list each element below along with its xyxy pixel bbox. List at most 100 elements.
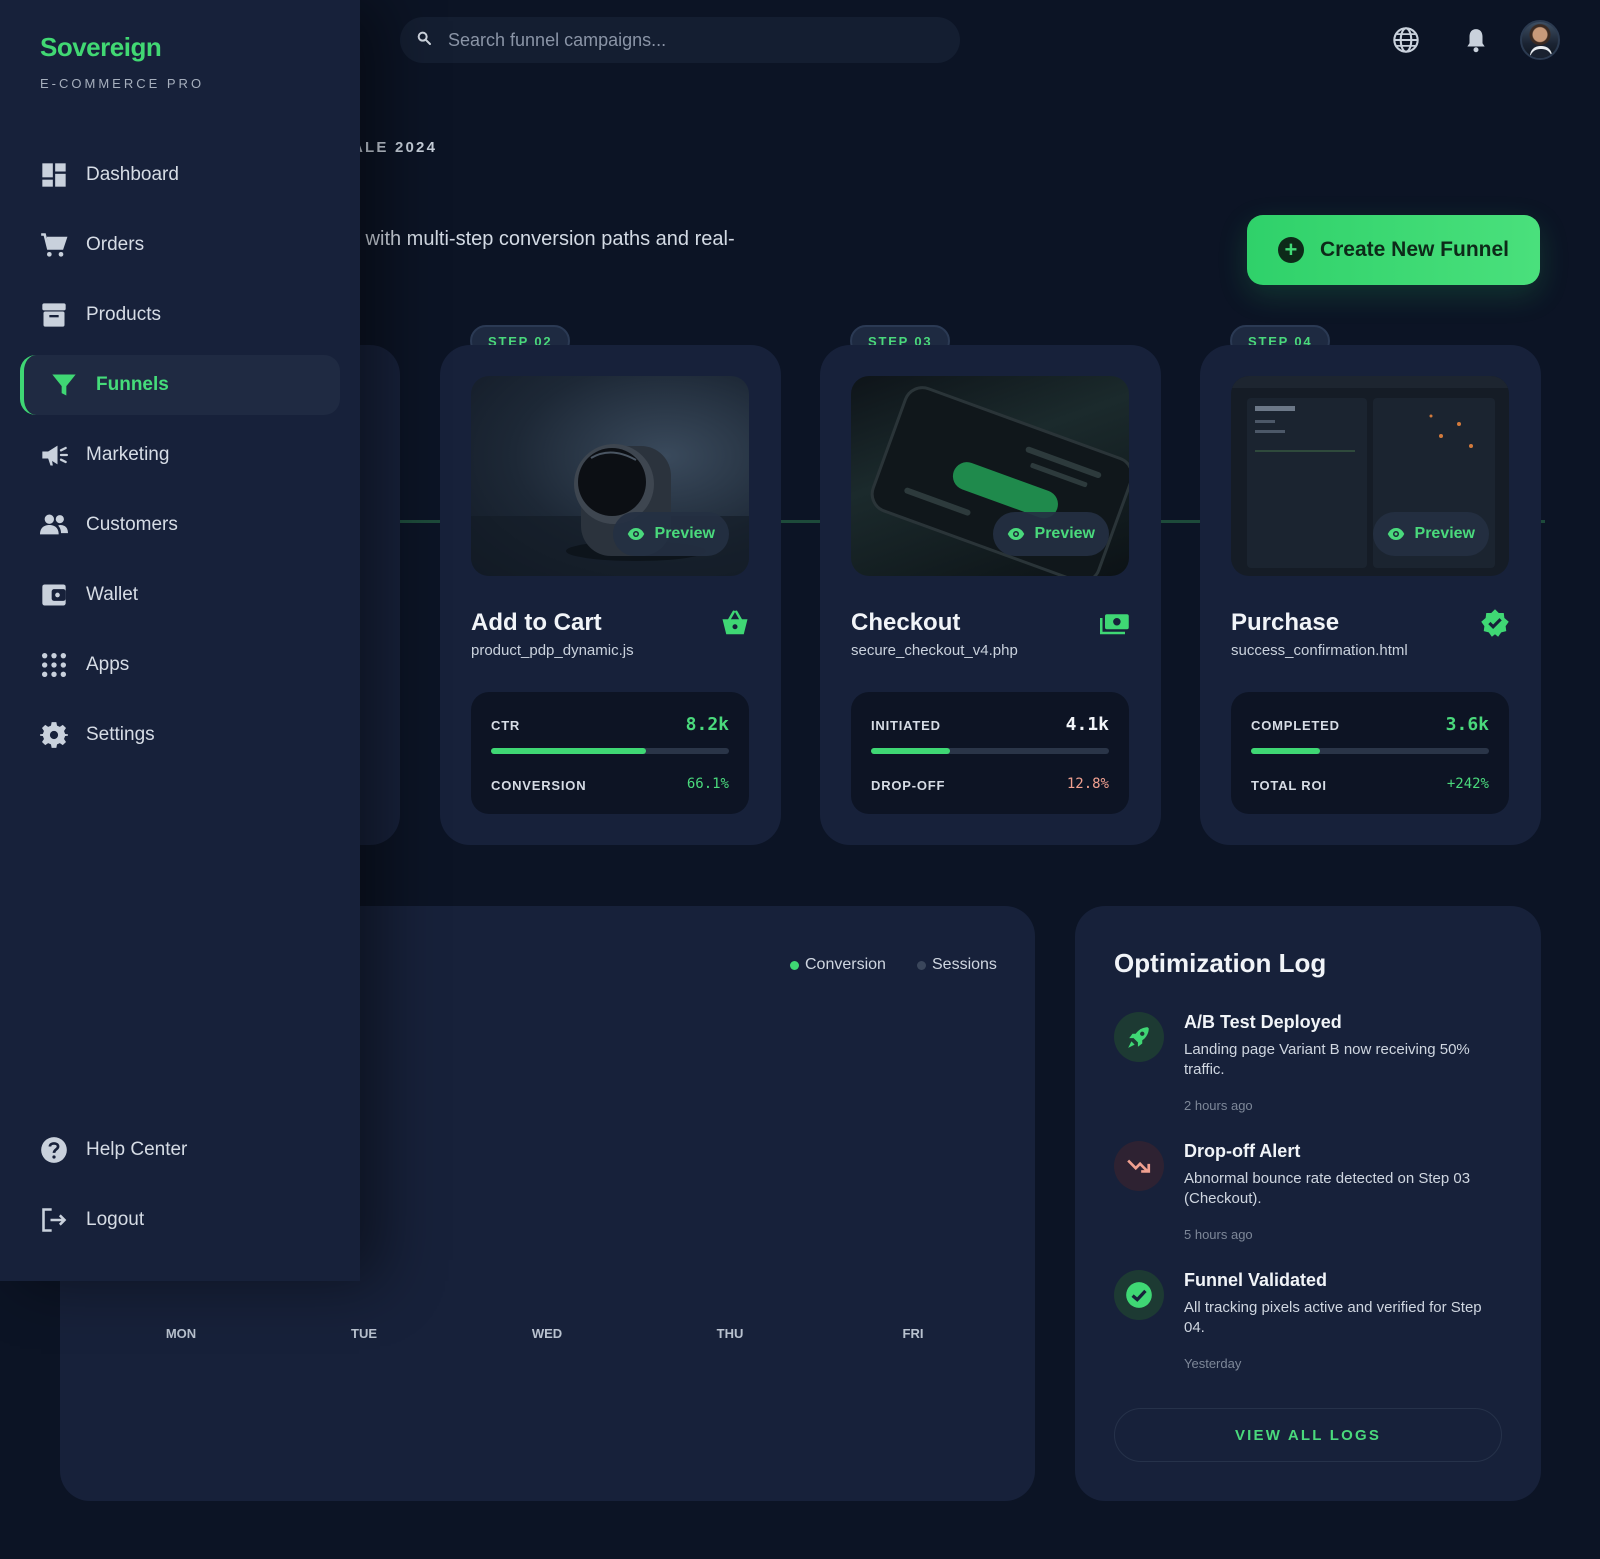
log-item-time: Yesterday <box>1184 1356 1242 1371</box>
preview-label: Preview <box>1414 525 1475 542</box>
sidebar-item-customers[interactable]: Customers <box>20 495 340 555</box>
sidebar-item-label: Marketing <box>86 444 170 465</box>
create-funnel-label: Create New Funnel <box>1319 238 1510 261</box>
metric-value: 4.1k <box>1065 714 1109 735</box>
optimization-log-panel: Optimization Log A/B Test Deployed Landi… <box>1075 906 1541 1501</box>
rocket-icon <box>1114 1012 1164 1062</box>
step-thumbnail: Preview <box>851 376 1129 576</box>
log-item-title: Drop-off Alert <box>1184 1141 1301 1161</box>
metric-label: DROP-OFF <box>871 778 946 793</box>
x-tick: MON <box>165 1326 197 1341</box>
sidebar-item-apps[interactable]: Apps <box>20 635 340 695</box>
globe-icon[interactable] <box>1390 24 1422 56</box>
gear-icon <box>40 722 68 748</box>
sidebar-item-funnels[interactable]: Funnels <box>20 355 340 415</box>
metric-value: 3.6k <box>1445 714 1489 735</box>
step-metrics: COMPLETED 3.6k TOTAL ROI +242% <box>1231 692 1509 814</box>
metric-label: COMPLETED <box>1251 718 1340 733</box>
log-title: Optimization Log <box>1114 948 1327 978</box>
people-icon <box>40 514 68 535</box>
preview-label: Preview <box>654 525 715 542</box>
log-item-desc: Abnormal bounce rate detected on Step 03… <box>1184 1170 1471 1207</box>
sidebar-item-settings[interactable]: Settings <box>20 705 340 765</box>
metric-label: TOTAL ROI <box>1251 778 1327 793</box>
legend-conversion: Conversion <box>790 956 886 974</box>
cash-icon <box>1100 608 1130 638</box>
create-funnel-button[interactable]: + Create New Funnel <box>1247 215 1540 285</box>
sidebar-item-orders[interactable]: Orders <box>20 215 340 275</box>
log-item-desc: Landing page Variant B now receiving 50%… <box>1184 1041 1470 1078</box>
preview-button[interactable]: Preview <box>1372 512 1489 556</box>
progress-bar <box>1251 748 1489 754</box>
legend-sessions: Sessions <box>917 956 997 974</box>
x-tick: THU <box>716 1326 744 1341</box>
sidebar-item-label: Products <box>86 304 161 325</box>
avatar[interactable] <box>1520 20 1560 60</box>
view-all-logs-button[interactable]: VIEW ALL LOGS <box>1114 1408 1502 1462</box>
progress-bar <box>871 748 1109 754</box>
progress-fill <box>1251 748 1321 754</box>
search-bar[interactable] <box>400 17 960 63</box>
legend-dot <box>917 960 926 970</box>
brand-subtitle: E-COMMERCE PRO <box>40 76 205 91</box>
progress-bar <box>491 748 729 754</box>
log-item-time: 5 hours ago <box>1184 1227 1253 1242</box>
step-title: Checkout <box>851 609 961 636</box>
metric-value: 66.1% <box>686 776 729 792</box>
metric-value: 8.2k <box>685 714 729 735</box>
sidebar-item-products[interactable]: Products <box>20 285 340 345</box>
eye-icon <box>1007 528 1024 540</box>
log-item-title: A/B Test Deployed <box>1184 1012 1342 1032</box>
metric-label: CTR <box>491 718 521 733</box>
step-title: Add to Cart <box>471 609 602 636</box>
trending-down-icon <box>1114 1141 1164 1191</box>
sidebar-item-label: Customers <box>86 514 178 535</box>
step-file: success_confirmation.html <box>1231 642 1408 659</box>
sidebar-item-dashboard[interactable]: Dashboard <box>20 145 340 205</box>
search-input[interactable] <box>448 29 928 51</box>
help-icon <box>41 1137 67 1163</box>
sidebar-item-label: Logout <box>86 1209 145 1230</box>
x-tick: TUE <box>351 1326 377 1341</box>
sidebar-item-marketing[interactable]: Marketing <box>20 425 340 485</box>
archive-icon <box>42 303 66 327</box>
logout-icon <box>42 1208 67 1232</box>
megaphone-icon <box>42 445 68 466</box>
x-tick: WED <box>531 1326 563 1341</box>
step-card-purchase[interactable]: Preview Purchase success_confirmation.ht… <box>1200 345 1541 845</box>
sidebar-item-logout[interactable]: Logout <box>20 1190 340 1250</box>
step-metrics: INITIATED 4.1k DROP-OFF 12.8% <box>851 692 1129 814</box>
step-metrics: CTR 8.2k CONVERSION 66.1% <box>471 692 749 814</box>
log-item-desc: All tracking pixels active and verified … <box>1184 1299 1482 1336</box>
x-tick: FRI <box>902 1326 924 1341</box>
sidebar-item-wallet[interactable]: Wallet <box>20 565 340 625</box>
preview-button[interactable]: Preview <box>992 512 1109 556</box>
sidebar-item-label: Help Center <box>86 1139 188 1160</box>
sidebar-item-help-center[interactable]: Help Center <box>20 1120 340 1180</box>
eye-icon <box>1387 528 1404 540</box>
step-thumbnail: Preview <box>471 376 749 576</box>
metric-label: CONVERSION <box>491 778 587 793</box>
step-card-add-to-cart[interactable]: Preview Add to Cart product_pdp_dynamic.… <box>440 345 781 845</box>
brand-logo: Sovereign <box>40 32 162 62</box>
sidebar-item-label: Funnels <box>96 374 169 395</box>
verified-icon <box>1480 608 1510 638</box>
bell-icon[interactable] <box>1460 24 1492 56</box>
cart-icon <box>41 233 68 257</box>
step-file: secure_checkout_v4.php <box>851 642 1018 659</box>
search-icon <box>416 30 432 51</box>
apps-grid-icon <box>41 652 67 678</box>
preview-button[interactable]: Preview <box>612 512 729 556</box>
preview-label: Preview <box>1034 525 1095 542</box>
campaign-eyebrow: ALE 2024 <box>352 139 438 156</box>
basket-icon <box>720 608 750 638</box>
sidebar-item-label: Orders <box>86 234 145 255</box>
log-item-title: Funnel Validated <box>1184 1270 1328 1290</box>
check-circle-icon <box>1114 1270 1164 1320</box>
step-card-checkout[interactable]: Preview Checkout secure_checkout_v4.php … <box>820 345 1161 845</box>
wallet-icon <box>42 584 66 606</box>
sidebar: Sovereign E-COMMERCE PRO Dashboard Order… <box>0 0 360 1281</box>
progress-fill <box>871 748 950 754</box>
funnel-icon <box>52 374 76 396</box>
log-item-time: 2 hours ago <box>1184 1098 1253 1113</box>
